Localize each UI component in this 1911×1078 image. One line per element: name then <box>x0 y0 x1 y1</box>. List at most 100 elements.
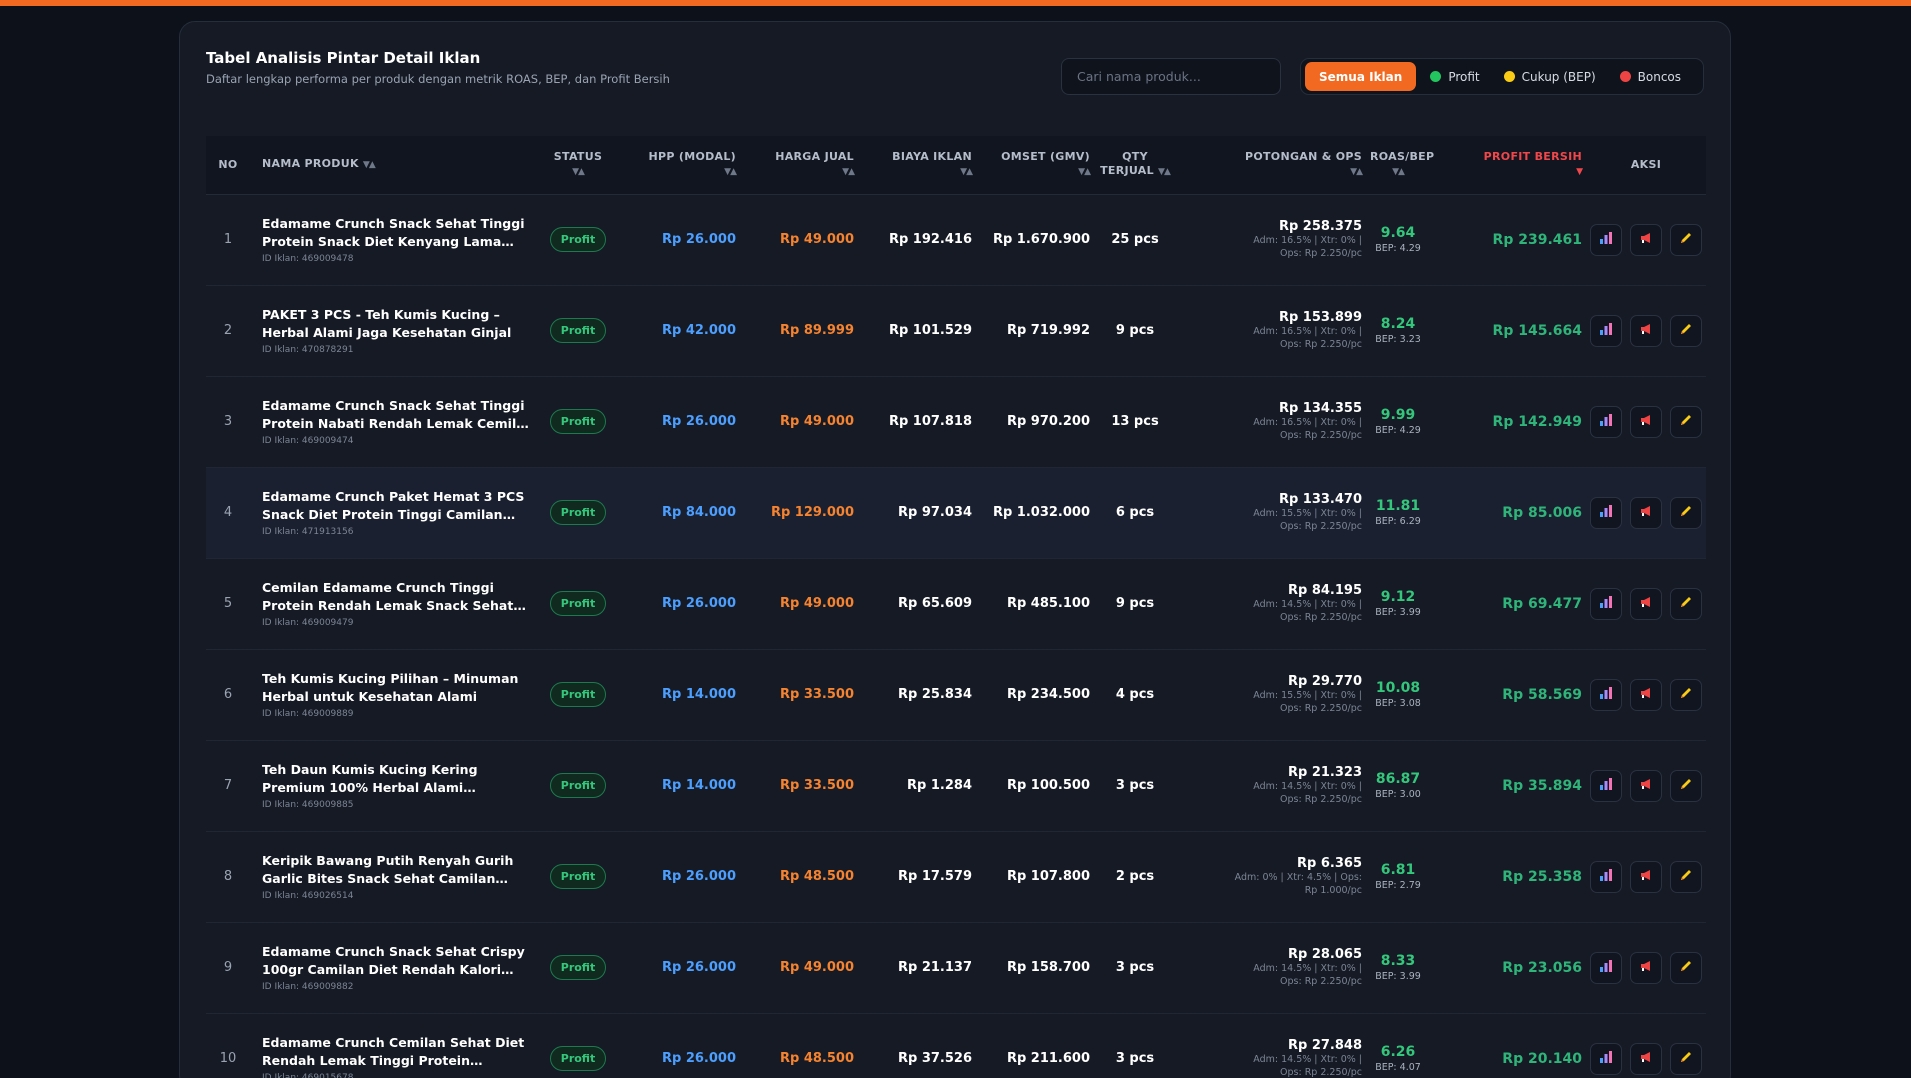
sort-desc-icon[interactable]: ▼ <box>1576 167 1583 177</box>
product-name[interactable]: PAKET 3 PCS - Teh Kumis Kucing – Herbal … <box>262 306 536 342</box>
edit-button[interactable] <box>1670 1042 1702 1075</box>
chart-icon <box>1599 322 1613 340</box>
edit-button[interactable] <box>1670 223 1702 256</box>
promote-button[interactable] <box>1630 314 1662 347</box>
product-name[interactable]: Teh Daun Kumis Kucing Kering Premium 100… <box>262 761 536 797</box>
sort-icon[interactable]: ▼▲ <box>572 167 585 177</box>
status-cell: Profit <box>540 740 616 831</box>
product-name[interactable]: Keripik Bawang Putih Renyah Gurih Garlic… <box>262 852 536 888</box>
table-row: 6 Teh Kumis Kucing Pilihan – Minuman Her… <box>206 649 1706 740</box>
chart-icon <box>1599 1050 1613 1068</box>
sort-icon[interactable]: ▼▲ <box>724 167 737 177</box>
net-profit-value: Rp 145.664 <box>1492 322 1582 339</box>
filter-boncos-button[interactable]: Boncos <box>1610 62 1691 91</box>
col-fees[interactable]: POTONGAN & OPS ▼▲ <box>1176 136 1366 195</box>
promote-button[interactable] <box>1630 769 1662 802</box>
price-value: Rp 49.000 <box>779 414 854 429</box>
fee-total: Rp 21.323 <box>1287 765 1362 780</box>
product-name[interactable]: Edamame Crunch Snack Sehat Tinggi Protei… <box>262 215 536 251</box>
fee-total: Rp 258.375 <box>1278 219 1362 234</box>
table-row: 8 Keripik Bawang Putih Renyah Gurih Garl… <box>206 831 1706 922</box>
status-cell: Profit <box>540 558 616 649</box>
product-cell: Teh Daun Kumis Kucing Kering Premium 100… <box>250 740 540 831</box>
sort-icon[interactable]: ▼▲ <box>1350 167 1363 177</box>
edit-button[interactable] <box>1670 405 1702 438</box>
chart-button[interactable] <box>1590 587 1622 620</box>
fees-cell: Rp 153.899 Adm: 16.5% | Xtr: 0% | Ops: R… <box>1176 285 1366 376</box>
edit-button[interactable] <box>1670 951 1702 984</box>
promote-button[interactable] <box>1630 678 1662 711</box>
actions-cell <box>1586 467 1706 558</box>
chart-button[interactable] <box>1590 223 1622 256</box>
actions-cell <box>1586 831 1706 922</box>
promote-button[interactable] <box>1630 1042 1662 1075</box>
product-name[interactable]: Edamame Crunch Cemilan Sehat Diet Rendah… <box>262 1034 536 1070</box>
chart-button[interactable] <box>1590 314 1622 347</box>
sort-icon[interactable]: ▼▲ <box>960 167 973 177</box>
chart-button[interactable] <box>1590 769 1622 802</box>
ads-cost-value: Rp 1.284 <box>907 778 972 793</box>
hpp-value: Rp 84.000 <box>661 505 736 520</box>
filter-bep-button[interactable]: Cukup (BEP) <box>1494 62 1606 91</box>
fees-cell: Rp 28.065 Adm: 14.5% | Xtr: 0% | Ops: Rp… <box>1176 922 1366 1013</box>
promote-button[interactable] <box>1630 587 1662 620</box>
chart-button[interactable] <box>1590 496 1622 529</box>
col-price[interactable]: HARGA JUAL ▼▲ <box>740 136 858 195</box>
col-qty[interactable]: QTY TERJUAL ▼▲ <box>1094 136 1176 195</box>
chart-button[interactable] <box>1590 951 1622 984</box>
col-gmv[interactable]: OMSET (GMV) ▼▲ <box>976 136 1094 195</box>
product-cell: Edamame Crunch Snack Sehat Crispy 100gr … <box>250 922 540 1013</box>
col-hpp[interactable]: HPP (MODAL) ▼▲ <box>616 136 740 195</box>
sort-icon[interactable]: ▼▲ <box>1078 167 1091 177</box>
net-profit-value: Rp 35.894 <box>1502 777 1582 794</box>
net-profit-value: Rp 239.461 <box>1492 231 1582 248</box>
edit-button[interactable] <box>1670 860 1702 893</box>
filter-all-button[interactable]: Semua Iklan <box>1305 62 1417 91</box>
pencil-icon <box>1679 959 1693 977</box>
fee-ops: Ops: Rp 2.250/pc <box>1280 430 1362 441</box>
chart-button[interactable] <box>1590 1042 1622 1075</box>
status-badge: Profit <box>549 864 607 889</box>
table-row: 5 Cemilan Edamame Crunch Tinggi Protein … <box>206 558 1706 649</box>
sort-icon[interactable]: ▼▲ <box>1158 167 1171 177</box>
sort-icon[interactable]: ▼▲ <box>1392 167 1405 177</box>
product-name[interactable]: Edamame Crunch Paket Hemat 3 PCS Snack D… <box>262 488 536 524</box>
chart-icon <box>1599 231 1613 249</box>
col-product[interactable]: NAMA PRODUK ▼▲ <box>250 136 540 195</box>
sort-icon[interactable]: ▼▲ <box>363 160 376 170</box>
col-net-profit[interactable]: PROFIT BERSIH ▼ <box>1430 136 1586 195</box>
filter-profit-button[interactable]: Profit <box>1420 62 1489 91</box>
price-value: Rp 89.999 <box>779 323 854 338</box>
megaphone-icon <box>1639 322 1653 340</box>
edit-button[interactable] <box>1670 678 1702 711</box>
chart-button[interactable] <box>1590 678 1622 711</box>
net-profit-value: Rp 58.569 <box>1502 686 1582 703</box>
product-name[interactable]: Teh Kumis Kucing Pilihan – Minuman Herba… <box>262 670 536 706</box>
edit-button[interactable] <box>1670 314 1702 347</box>
col-status[interactable]: STATUS ▼▲ <box>540 136 616 195</box>
megaphone-icon <box>1639 595 1653 613</box>
edit-button[interactable] <box>1670 587 1702 620</box>
product-name[interactable]: Edamame Crunch Snack Sehat Crispy 100gr … <box>262 943 536 979</box>
product-name[interactable]: Cemilan Edamame Crunch Tinggi Protein Re… <box>262 579 536 615</box>
promote-button[interactable] <box>1630 951 1662 984</box>
chart-button[interactable] <box>1590 405 1622 438</box>
promote-button[interactable] <box>1630 405 1662 438</box>
gmv-value: Rp 211.600 <box>1006 1051 1090 1066</box>
ads-cost-value: Rp 17.579 <box>897 869 972 884</box>
chart-button[interactable] <box>1590 860 1622 893</box>
table-row: 10 Edamame Crunch Cemilan Sehat Diet Ren… <box>206 1013 1706 1078</box>
status-cell: Profit <box>540 194 616 285</box>
promote-button[interactable] <box>1630 860 1662 893</box>
status-badge: Profit <box>549 227 607 252</box>
promote-button[interactable] <box>1630 223 1662 256</box>
sort-icon[interactable]: ▼▲ <box>842 167 855 177</box>
red-dot-icon <box>1619 71 1631 82</box>
edit-button[interactable] <box>1670 769 1702 802</box>
col-roas[interactable]: ROAS/BEP ▼▲ <box>1366 136 1434 195</box>
search-input[interactable] <box>1061 58 1281 95</box>
col-ads-cost[interactable]: BIAYA IKLAN ▼▲ <box>858 136 976 195</box>
promote-button[interactable] <box>1630 496 1662 529</box>
product-name[interactable]: Edamame Crunch Snack Sehat Tinggi Protei… <box>262 397 536 433</box>
edit-button[interactable] <box>1670 496 1702 529</box>
